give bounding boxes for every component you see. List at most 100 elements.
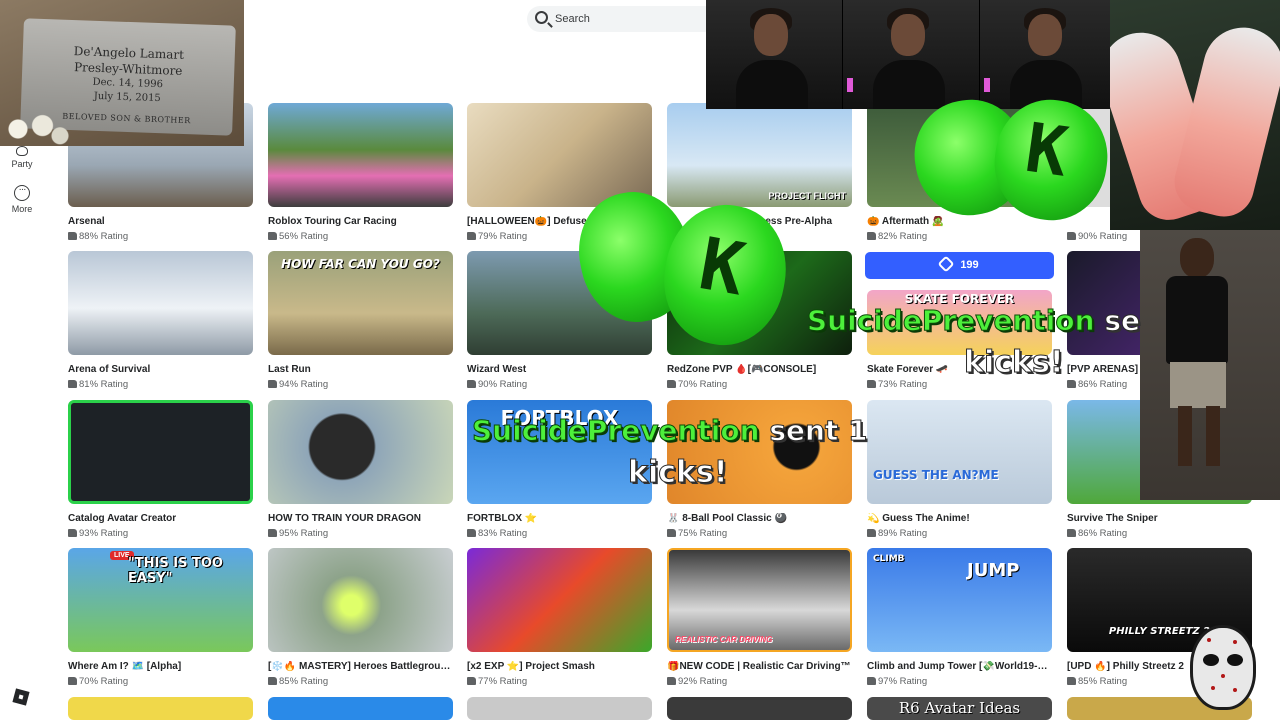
game-title[interactable]: 🎁NEW CODE | Realistic Car Driving™ [667,661,852,674]
game-rating: 97% Rating [867,676,1052,688]
rating-text: 90% Rating [478,379,528,390]
gravestone-overlay-image: De'Angelo Lamart Presley-Whitmore Dec. 1… [0,0,244,146]
game-card-touring-car[interactable]: Roblox Touring Car Racing 56% Rating [268,103,453,243]
game-card-row5-col2[interactable] [268,697,453,720]
game-title[interactable]: Catalog Avatar Creator [68,513,253,526]
game-thumbnail[interactable]: LIVE "THIS IS TOO EASY" [68,548,253,652]
game-title[interactable]: Survive The Sniper [1067,513,1252,526]
search-input[interactable] [555,9,705,29]
game-rating: 70% Rating [667,379,852,391]
shoes-overlay-image [1110,0,1280,230]
game-thumbnail[interactable] [467,697,652,720]
sidebar-item-party[interactable]: Party [0,146,44,169]
game-title[interactable]: Last Run [268,364,453,377]
game-title[interactable]: [❄️🔥 MASTERY] Heroes Battlegrounds [268,661,453,674]
thumbs-up-icon [268,677,277,685]
game-title[interactable]: FORTBLOX ⭐ [467,513,652,526]
game-title[interactable]: Arsenal [68,216,253,229]
game-card-project-smash[interactable]: [x2 EXP ⭐] Project Smash 77% Rating [467,548,652,688]
rating-text: 94% Rating [279,379,329,390]
thumbs-up-icon [68,232,77,240]
thumbs-up-icon [467,529,476,537]
game-rating: 81% Rating [68,379,253,391]
game-title[interactable]: [x2 EXP ⭐] Project Smash [467,661,652,674]
thumbs-up-icon [867,677,876,685]
thumbs-up-icon [1067,677,1076,685]
sidebar-item-more[interactable]: More [0,183,44,214]
game-title[interactable]: Where Am I? 🗺️ [Alpha] [68,661,253,674]
party-icon [16,146,28,156]
search-bar[interactable] [527,6,717,32]
game-title[interactable]: Climb and Jump Tower [💸World19-Ope [867,661,1052,674]
game-card-row5-col1[interactable] [68,697,253,720]
game-title[interactable]: Arena of Survival [68,364,253,377]
roblox-logo-icon[interactable] [12,688,30,706]
kick-notification-suffix: kicks! [628,455,729,491]
thumbs-up-icon [68,677,77,685]
game-rating: 73% Rating [867,379,1052,391]
game-thumbnail[interactable]: R6 Avatar Ideas [867,697,1052,720]
game-card-last-run[interactable]: HOW FAR CAN YOU GO? Last Run 94% Rating [268,251,453,391]
game-thumbnail[interactable]: PROJECT FLIGHT [667,103,852,207]
game-thumbnail[interactable]: CLIMB JUMP [867,548,1052,652]
game-title[interactable]: 🎃 Aftermath 🧟 [867,216,1052,229]
buy-robux-button[interactable]: 199 [865,252,1054,279]
robux-icon [937,255,955,273]
game-rating: 86% Rating [1067,528,1252,540]
thumbs-up-icon [467,232,476,240]
game-card-row5-col4[interactable] [667,697,852,720]
game-card-climb-and-jump[interactable]: CLIMB JUMP Climb and Jump Tower [💸World1… [867,548,1052,688]
rating-text: 93% Rating [79,528,129,539]
game-title[interactable]: HOW TO TRAIN YOUR DRAGON [268,513,453,526]
search-icon [535,11,548,24]
game-thumbnail[interactable] [467,548,652,652]
game-thumbnail[interactable]: REALISTIC CAR DRIVING [667,548,852,652]
thumbnail-text: GUESS THE AN?ME [873,468,999,482]
rating-text: 82% Rating [878,231,928,242]
thumbnail-text: HOW FAR CAN YOU GO? [281,257,440,271]
game-thumbnail[interactable] [667,697,852,720]
game-title[interactable]: Roblox Touring Car Racing [268,216,453,229]
game-card-heroes-battlegrounds[interactable]: [❄️🔥 MASTERY] Heroes Battlegrounds 85% R… [268,548,453,688]
game-card-guess-the-anime[interactable]: GUESS THE AN?ME 💫 Guess The Anime! 89% R… [867,400,1052,540]
game-card-train-your-dragon[interactable]: HOW TO TRAIN YOUR DRAGON 95% Rating [268,400,453,540]
thumbs-up-icon [467,380,476,388]
game-card-row5-col3[interactable] [467,697,652,720]
kick-text: sent 1 [769,414,868,448]
rating-text: 85% Rating [1078,676,1128,687]
rating-text: 56% Rating [279,231,329,242]
rating-text: 86% Rating [1078,528,1128,539]
game-rating: 93% Rating [68,528,253,540]
person-overlay-image [1140,230,1280,500]
game-card-r6-avatar-ideas[interactable]: R6 Avatar Ideas [867,697,1052,720]
game-thumbnail[interactable] [268,548,453,652]
game-thumbnail[interactable] [268,103,453,207]
flowers-decoration [4,112,74,146]
game-rating: 77% Rating [467,676,652,688]
rating-text: 70% Rating [678,379,728,390]
game-title[interactable]: 💫 Guess The Anime! [867,513,1052,526]
game-title[interactable]: 🐰 8-Ball Pool Classic 🎱 [667,513,852,526]
game-card-realistic-car-driving[interactable]: REALISTIC CAR DRIVING 🎁NEW CODE | Realis… [667,548,852,688]
game-thumbnail[interactable] [268,697,453,720]
game-card-catalog-avatar-creator[interactable]: Catalog Avatar Creator 93% Rating [68,400,253,540]
thumbs-up-icon [667,380,676,388]
rating-text: 79% Rating [478,231,528,242]
game-rating: 89% Rating [867,528,1052,540]
game-thumbnail[interactable]: HOW FAR CAN YOU GO? [268,251,453,355]
game-thumbnail[interactable] [68,251,253,355]
rating-text: 88% Rating [79,231,129,242]
game-thumbnail[interactable] [268,400,453,504]
game-thumbnail[interactable]: GUESS THE AN?ME [867,400,1052,504]
game-thumbnail[interactable] [68,400,253,504]
game-card-arena-of-survival[interactable]: Arena of Survival 81% Rating [68,251,253,391]
game-thumbnail[interactable] [68,697,253,720]
kick-sender: SuicidePrevention [807,304,1096,338]
game-title[interactable]: RedZone PVP 🩸[🎮CONSOLE] [667,364,852,377]
rating-text: 92% Rating [678,676,728,687]
game-title[interactable]: Wizard West [467,364,652,377]
game-thumbnail[interactable] [467,103,652,207]
rating-text: 97% Rating [878,676,928,687]
webcam-frame [706,0,843,109]
game-card-where-am-i[interactable]: LIVE "THIS IS TOO EASY" Where Am I? 🗺️ [… [68,548,253,688]
